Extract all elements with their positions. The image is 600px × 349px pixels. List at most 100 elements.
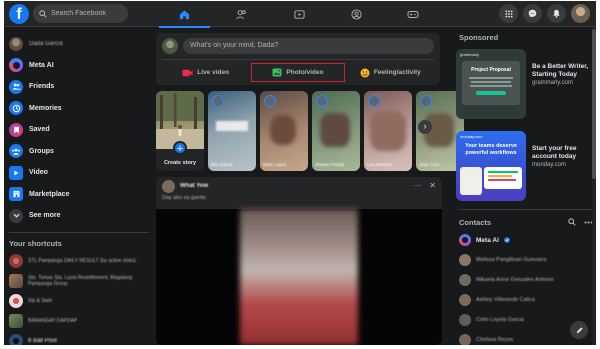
- shortcut-item[interactable]: Sto. Tomas Sta. Lucia Resettlement, Maga…: [4, 271, 154, 291]
- sidebar-item-marketplace[interactable]: Marketplace: [4, 184, 154, 206]
- search-input[interactable]: [51, 10, 123, 17]
- ad-text: Be a Better Writer, Starting Today gramm…: [532, 49, 596, 86]
- post-composer: What's on your mind, Dada? Live video Ph…: [156, 33, 440, 85]
- contact-item[interactable]: Ashley Villaverde Calica: [456, 290, 596, 310]
- menu-grid-icon: [504, 9, 513, 18]
- create-story-label: Create story: [163, 160, 197, 166]
- sponsored-heading: Sponsored: [459, 33, 499, 42]
- ad-board-mockup: [484, 167, 522, 189]
- sidebar-item-see-more[interactable]: See more: [4, 205, 154, 227]
- feeling-activity-button[interactable]: Feeling/activity: [345, 63, 436, 82]
- sponsored-ad[interactable]: monday.com Your teams deserve powerful w…: [456, 125, 596, 205]
- sidebar-item-profile[interactable]: Dada Garcia: [4, 33, 154, 55]
- facebook-logo[interactable]: f: [9, 4, 29, 24]
- sidebar-item-saved[interactable]: Saved: [4, 119, 154, 141]
- menu-button[interactable]: [499, 4, 518, 23]
- tab-friends[interactable]: [213, 1, 270, 27]
- story-card[interactable]: Lea Navarro: [364, 91, 412, 171]
- watch-icon: [293, 9, 305, 19]
- contact-item[interactable]: Mikaela Anne Gonzales Antonio: [456, 270, 596, 290]
- sponsored-ad[interactable]: grammarly Project Proposal Be a Better W…: [456, 43, 596, 123]
- shortcut-label: 8 Ball Pool: [28, 337, 57, 344]
- contact-item-meta-ai[interactable]: Meta AI: [456, 230, 596, 250]
- sidebar-item-label: Saved: [29, 126, 50, 134]
- composer-input[interactable]: What's on your mind, Dada?: [183, 38, 434, 54]
- tab-gaming[interactable]: [385, 1, 442, 27]
- news-feed: What's on your mind, Dada? Live video Ph…: [156, 33, 464, 345]
- add-story-icon[interactable]: +: [173, 141, 187, 155]
- ad-image-monday: monday.com Your teams deserve powerful w…: [456, 131, 526, 201]
- memories-icon: [9, 101, 23, 116]
- sidebar-item-label: Friends: [29, 83, 55, 91]
- close-icon[interactable]: ✕: [429, 181, 436, 190]
- search-box[interactable]: [33, 4, 128, 23]
- story-image: [270, 115, 296, 145]
- tab-groups[interactable]: [328, 1, 385, 27]
- shortcut-item[interactable]: BARANGAY DAPDAP: [4, 311, 154, 331]
- notifications-button[interactable]: [547, 4, 566, 23]
- photo-video-button[interactable]: Photo/video: [251, 63, 345, 82]
- search-icon: [39, 9, 47, 18]
- page-scrollbar[interactable]: [592, 27, 596, 345]
- new-message-button[interactable]: [570, 321, 588, 339]
- facebook-window: f Search Facebook Dada Garcia Meta AI Fr…: [4, 1, 596, 345]
- shortcut-label: STL Pampanga DAILY RESULT (by active vlo…: [28, 257, 136, 264]
- tab-home[interactable]: [156, 1, 213, 28]
- avatar[interactable]: [162, 179, 175, 193]
- avatar: [459, 254, 471, 266]
- contact-name: Mikaela Anne Gonzales Antonio: [476, 277, 554, 283]
- post-header: What Yow: [156, 177, 442, 195]
- shortcut-item[interactable]: Sip & Swirl: [4, 291, 154, 311]
- contacts-heading: Contacts: [459, 217, 492, 227]
- scrollbar-thumb[interactable]: [592, 29, 596, 179]
- story-author-avatar: [316, 95, 328, 107]
- verified-icon: [504, 237, 510, 243]
- story-image: [216, 121, 248, 131]
- shortcut-thumbnail: [9, 253, 23, 268]
- story-author-name: Joan Cruz: [419, 162, 440, 167]
- live-video-button[interactable]: Live video: [160, 63, 251, 82]
- account-avatar[interactable]: [571, 4, 590, 23]
- sidebar-divider: [9, 231, 149, 233]
- tab-watch[interactable]: [270, 1, 327, 27]
- composer-actions: Live video Photo/video Feeling/activity: [156, 60, 440, 85]
- shortcut-item[interactable]: STL Pampanga DAILY RESULT (by active vlo…: [4, 251, 154, 271]
- gaming-icon: [407, 10, 419, 18]
- story-card[interactable]: Mia Garcia: [208, 91, 256, 171]
- create-story-card[interactable]: + Create story: [156, 91, 204, 171]
- avatar: [459, 294, 471, 306]
- shortcut-thumbnail: [9, 313, 23, 328]
- story-author-avatar: [212, 95, 224, 107]
- ad-title[interactable]: Start your free account today: [532, 145, 596, 161]
- post-author[interactable]: What Yow: [180, 183, 208, 189]
- sidebar-item-groups[interactable]: Groups: [4, 141, 154, 163]
- friends-icon: [9, 79, 23, 94]
- ad-title[interactable]: Be a Better Writer, Starting Today: [532, 63, 596, 79]
- friends-icon: [236, 9, 247, 19]
- avatar: [459, 334, 471, 345]
- sidebar-item-meta-ai[interactable]: Meta AI: [4, 55, 154, 77]
- contacts-controls: [568, 218, 593, 226]
- video-icon: [9, 165, 23, 180]
- search-icon[interactable]: [568, 218, 576, 226]
- ad-brand: monday.com: [460, 134, 483, 139]
- shortcut-item[interactable]: 8 Ball Pool: [4, 331, 154, 345]
- ad-image-grammarly: grammarly Project Proposal: [456, 49, 526, 119]
- contact-name: Melissa Pangilinan Guevarra: [476, 257, 547, 263]
- sidebar-item-memories[interactable]: Memories: [4, 98, 154, 120]
- messenger-button[interactable]: [523, 4, 542, 23]
- post-video[interactable]: [240, 209, 358, 345]
- stories-next-button[interactable]: ›: [418, 120, 432, 134]
- story-card[interactable]: Shaina Pineda: [312, 91, 360, 171]
- live-video-icon: [182, 69, 193, 76]
- more-options-icon[interactable]: ···: [413, 181, 421, 190]
- sidebar-item-video[interactable]: Video: [4, 162, 154, 184]
- post-media[interactable]: [156, 209, 442, 345]
- post-controls: ··· ✕: [413, 181, 436, 190]
- sidebar-item-friends[interactable]: Friends: [4, 76, 154, 98]
- ad-text: Start your free account today monday.com: [532, 131, 596, 168]
- top-navigation-bar: f: [4, 1, 596, 28]
- contact-item[interactable]: Melissa Pangilinan Guevarra: [456, 250, 596, 270]
- story-card[interactable]: Mark Lopez: [260, 91, 308, 171]
- avatar[interactable]: [162, 38, 178, 54]
